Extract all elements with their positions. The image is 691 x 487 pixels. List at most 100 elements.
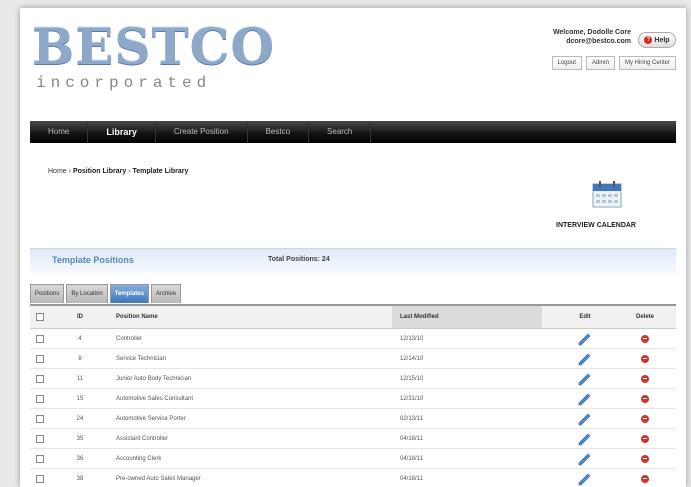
row-checkbox[interactable]	[36, 454, 44, 463]
delete-button[interactable]	[635, 429, 655, 448]
pencil-icon	[578, 412, 591, 425]
delete-button[interactable]	[635, 449, 655, 468]
delete-button[interactable]	[635, 369, 655, 388]
nav-search[interactable]: Search	[309, 121, 372, 143]
row-select-cell	[36, 449, 44, 468]
tab-templates[interactable]: Templates	[109, 284, 149, 303]
header-last-modified[interactable]: Last Modified	[392, 306, 542, 328]
edit-button[interactable]	[575, 449, 595, 468]
table-row: 15 Automotive Sales Consultant 12/31/10	[30, 389, 676, 409]
delete-icon	[641, 354, 649, 363]
hiring-center-link[interactable]: My Hiring Center	[618, 56, 676, 70]
delete-button[interactable]	[635, 329, 655, 348]
row-id: 15	[76, 395, 84, 402]
edit-button[interactable]	[575, 469, 595, 487]
delete-button[interactable]	[635, 469, 655, 487]
welcome-text: Welcome, Dodolle Core dcore@bestco.com	[553, 28, 631, 46]
select-all-checkbox[interactable]	[36, 313, 44, 321]
edit-button[interactable]	[575, 369, 595, 388]
breadcrumb: Home › Position Library › Template Libra…	[48, 168, 188, 175]
help-icon: ?	[644, 36, 653, 44]
tab-by-location[interactable]: By Location	[66, 284, 108, 303]
delete-icon	[641, 434, 649, 443]
calendar-icon[interactable]	[592, 180, 622, 208]
edit-button[interactable]	[575, 329, 595, 348]
row-select-cell	[36, 349, 44, 368]
breadcrumb-template-library: Template Library	[132, 168, 189, 175]
delete-icon	[641, 334, 649, 343]
table-row: 11 Junior Auto Body Technician 12/15/10	[30, 369, 676, 389]
row-select-cell	[36, 369, 44, 388]
table-row: 36 Accounting Clerk 04/18/11	[30, 449, 676, 469]
table-header: ID Position Name Last Modified Edit Dele…	[30, 304, 676, 329]
delete-button[interactable]	[635, 349, 655, 368]
row-position-name[interactable]: Accounting Clerk	[116, 449, 161, 468]
table-row: 8 Service Technician 12/14/10	[30, 349, 676, 369]
row-checkbox[interactable]	[36, 434, 44, 443]
delete-icon	[641, 374, 649, 383]
select-all-cell	[36, 306, 44, 328]
nav-create-position[interactable]: Create Position	[156, 121, 248, 143]
delete-button[interactable]	[635, 409, 655, 428]
row-last-modified: 04/18/11	[400, 455, 423, 462]
row-select-cell	[36, 469, 44, 487]
row-position-name[interactable]: Service Technician	[116, 349, 166, 368]
row-position-name[interactable]: Automotive Service Porter	[116, 409, 186, 428]
row-position-name[interactable]: Junior Auto Body Technician	[116, 369, 191, 388]
row-id: 11	[76, 375, 84, 382]
edit-button[interactable]	[575, 409, 595, 428]
pencil-icon	[578, 472, 591, 485]
interview-calendar-link[interactable]: INTERVIEW CALENDAR	[556, 222, 636, 229]
row-position-name[interactable]: Pre-owned Auto Sales Manager	[116, 469, 201, 487]
row-select-cell	[36, 409, 44, 428]
delete-icon	[641, 414, 649, 423]
row-checkbox[interactable]	[36, 474, 44, 483]
nav-library[interactable]: Library	[88, 121, 156, 143]
tab-archive[interactable]: Archive	[150, 284, 181, 303]
breadcrumb-separator: ›	[68, 168, 71, 175]
pencil-icon	[578, 332, 591, 345]
edit-button[interactable]	[575, 429, 595, 448]
page-frame: BESTCO incorporated Welcome, Dodolle Cor…	[20, 8, 686, 487]
logout-link[interactable]: Logout	[551, 56, 582, 70]
breadcrumb-separator: ›	[128, 168, 131, 175]
row-position-name[interactable]: Assistant Controller	[116, 429, 168, 448]
row-position-name[interactable]: Controller	[116, 329, 142, 348]
help-button[interactable]: ? Help	[638, 32, 676, 48]
row-last-modified: 12/13/10	[400, 335, 424, 342]
row-select-cell	[36, 389, 44, 408]
delete-icon	[641, 454, 649, 463]
breadcrumb-home[interactable]: Home	[48, 168, 67, 175]
user-email: dcore@bestco.com	[566, 38, 631, 45]
table-row: 24 Automotive Service Porter 02/13/11	[30, 409, 676, 429]
nav-bestco[interactable]: Bestco	[248, 121, 310, 143]
row-position-name[interactable]: Automotive Sales Consultant	[116, 389, 193, 408]
row-last-modified: 04/18/11	[400, 435, 423, 442]
row-checkbox[interactable]	[36, 334, 44, 343]
delete-button[interactable]	[635, 389, 655, 408]
row-checkbox[interactable]	[36, 354, 44, 363]
logo-wordmark: BESTCO	[32, 17, 276, 76]
tab-positions[interactable]: Positions	[30, 284, 65, 303]
header-position-name[interactable]: Position Name	[116, 306, 158, 328]
table-row: 4 Controller 12/13/10	[30, 329, 676, 349]
breadcrumb-position-library[interactable]: Position Library	[73, 168, 126, 175]
row-checkbox[interactable]	[36, 394, 44, 403]
header-delete: Delete	[635, 314, 654, 320]
logo-subtitle: incorporated	[36, 74, 212, 92]
nav-home[interactable]: Home	[30, 121, 89, 143]
header-id[interactable]: ID	[70, 306, 90, 328]
row-checkbox[interactable]	[36, 414, 44, 423]
bestco-logo[interactable]: BESTCO incorporated	[32, 20, 274, 94]
section-title: Template Positions	[52, 255, 134, 265]
row-select-cell	[36, 329, 44, 348]
edit-button[interactable]	[575, 349, 595, 368]
admin-link[interactable]: Admin	[585, 56, 615, 70]
row-last-modified: 12/31/10	[400, 395, 424, 402]
edit-button[interactable]	[575, 389, 595, 408]
row-checkbox[interactable]	[36, 374, 44, 383]
welcome-name: Welcome, Dodolle Core	[552, 29, 631, 36]
row-id: 36	[76, 455, 84, 462]
header-edit: Edit	[579, 314, 591, 320]
user-links: Logout Admin My Hiring Center	[551, 56, 676, 70]
